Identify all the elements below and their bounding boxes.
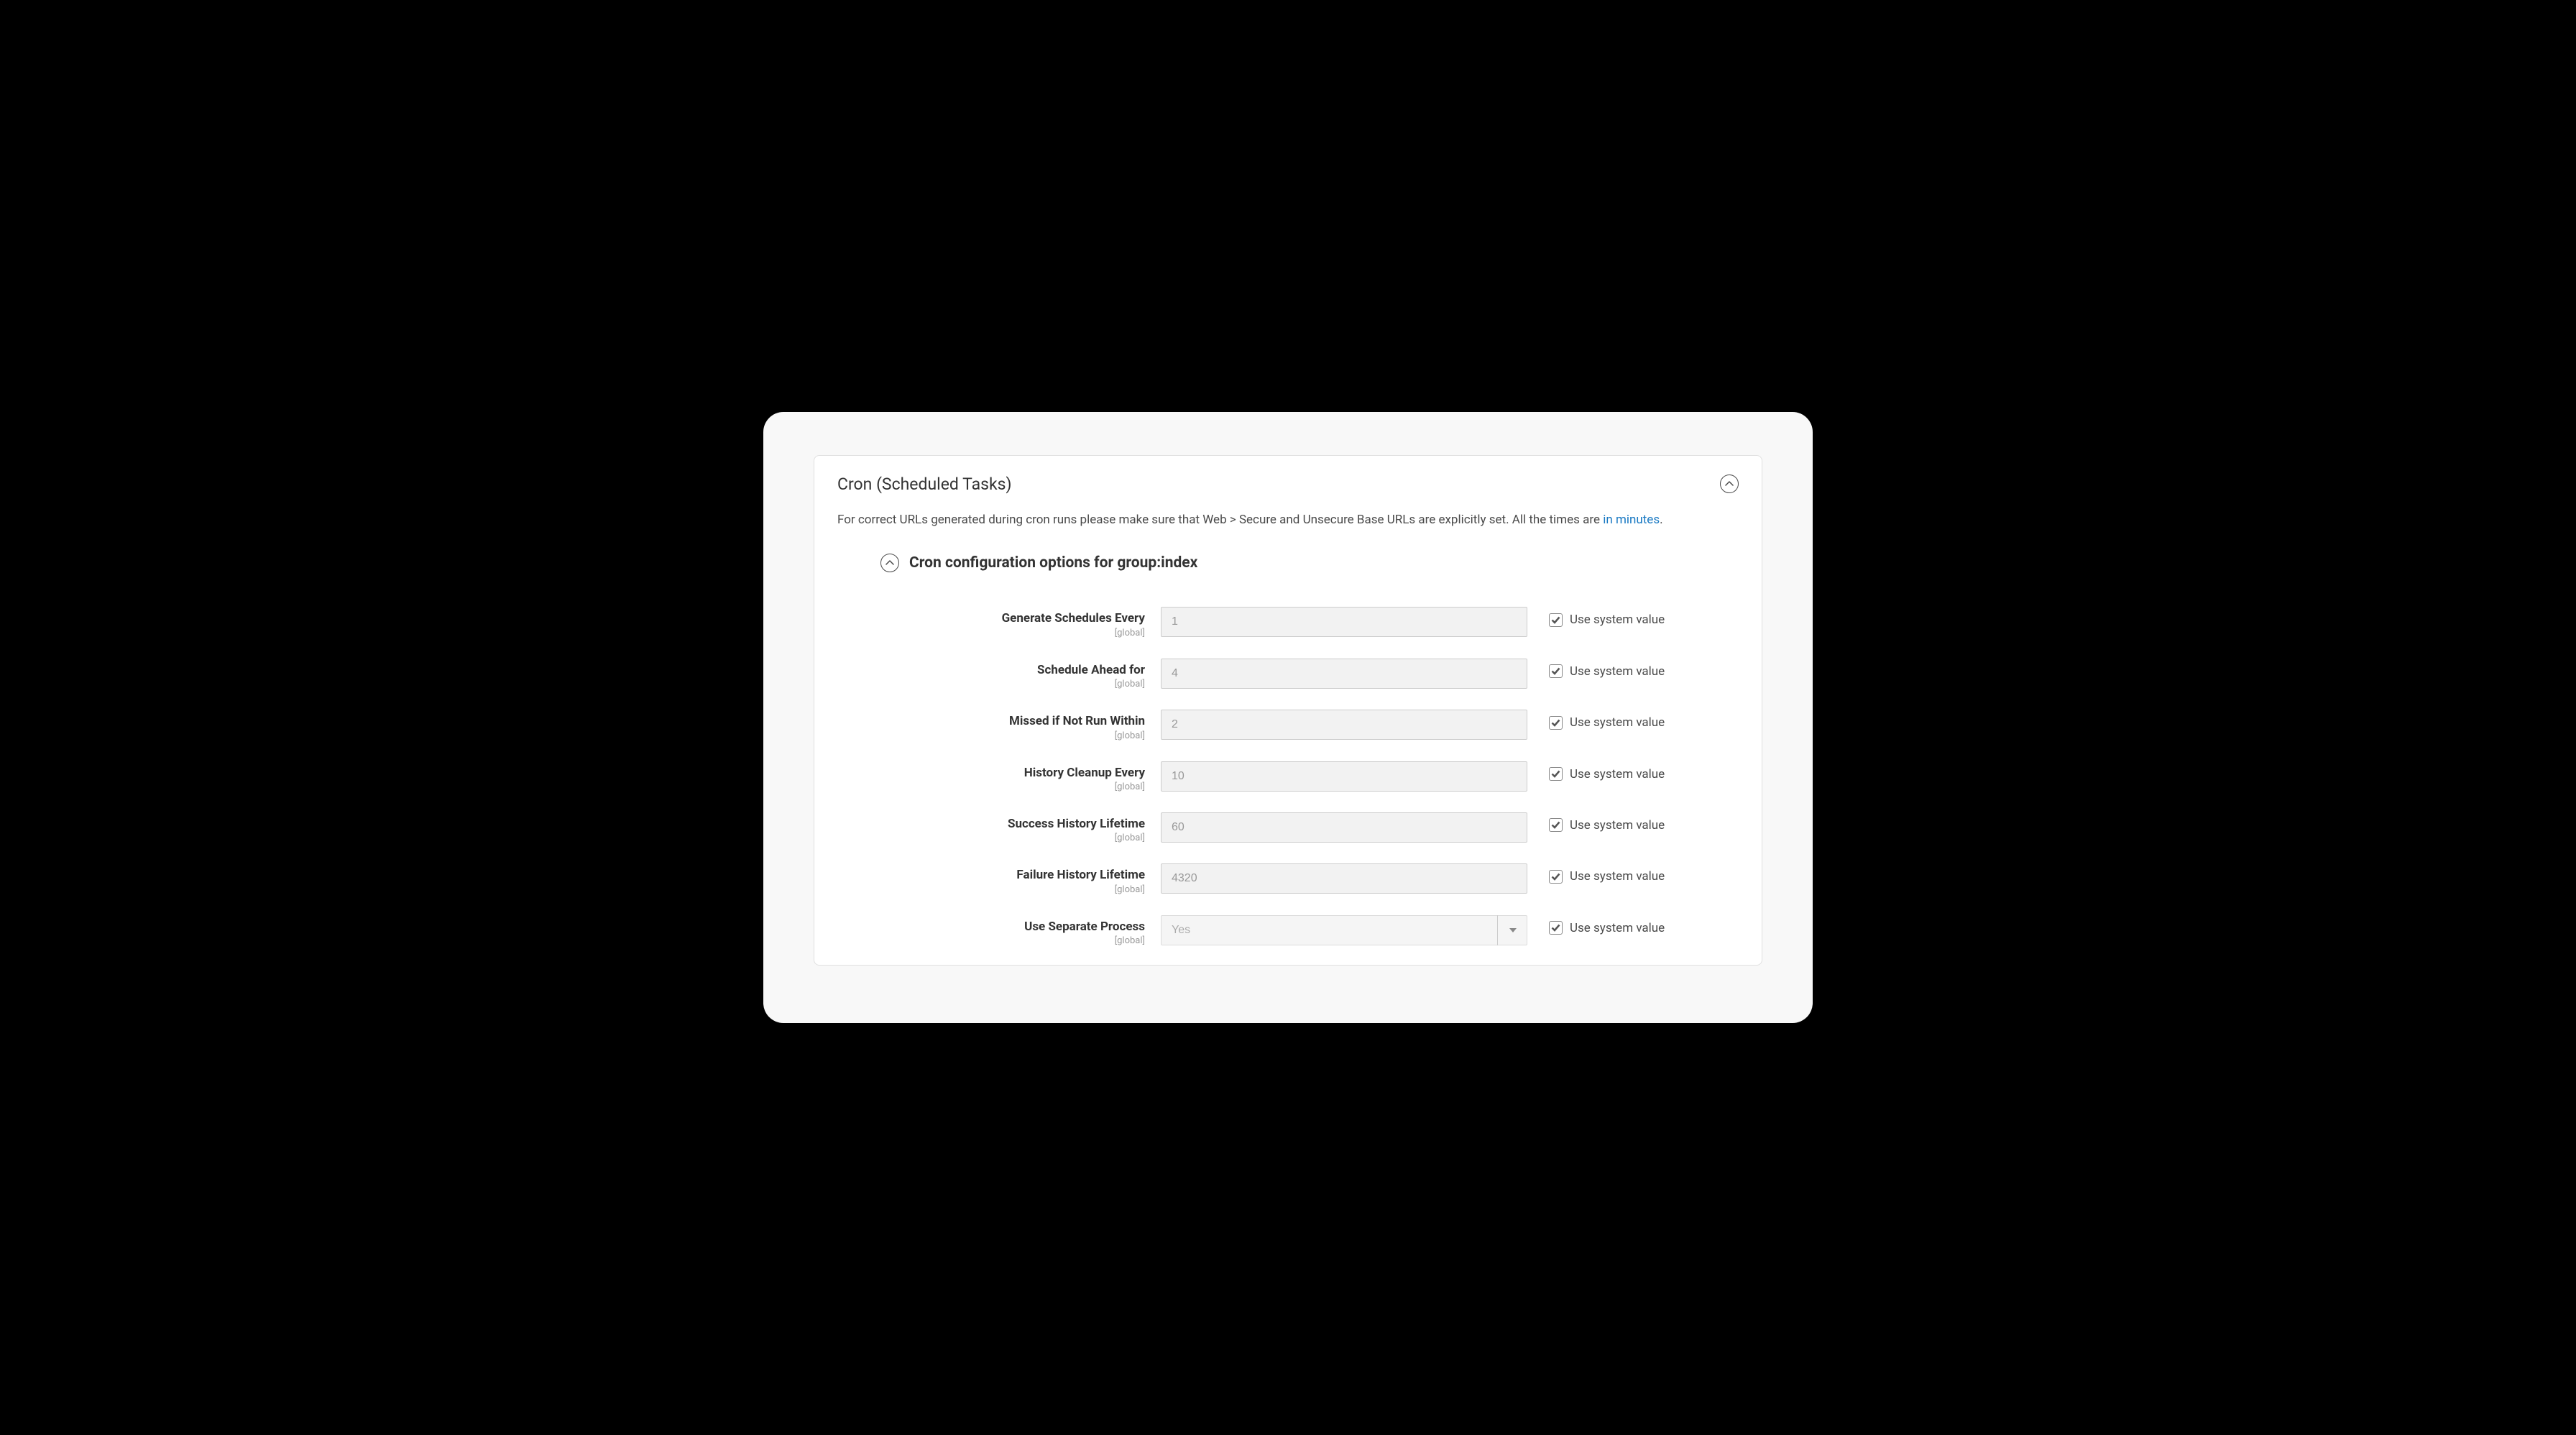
label-col: Schedule Ahead for [global] [837, 659, 1161, 689]
input-col [1161, 659, 1527, 689]
field-scope: [global] [837, 679, 1145, 689]
input-col [1161, 607, 1527, 637]
check-col: Use system value [1527, 710, 1665, 730]
use-system-value-checkbox[interactable]: Use system value [1549, 715, 1665, 730]
use-system-value-checkbox[interactable]: Use system value [1549, 767, 1665, 781]
field-label: History Cleanup Every [837, 766, 1145, 780]
checkbox-label: Use system value [1570, 613, 1665, 627]
checkbox-icon [1549, 664, 1563, 678]
use-system-value-checkbox[interactable]: Use system value [1549, 613, 1665, 627]
checkbox-label: Use system value [1570, 818, 1665, 833]
field-label: Failure History Lifetime [837, 868, 1145, 882]
use-system-value-checkbox[interactable]: Use system value [1549, 869, 1665, 884]
in-minutes-link[interactable]: in minutes [1603, 513, 1660, 527]
generate-schedules-input[interactable] [1161, 607, 1527, 637]
field-row-schedule-ahead: Schedule Ahead for [global] Use system v… [837, 659, 1739, 689]
separate-process-select[interactable]: Yes [1161, 915, 1527, 945]
missed-if-input[interactable] [1161, 710, 1527, 740]
label-col: Missed if Not Run Within [global] [837, 710, 1161, 741]
label-col: Generate Schedules Every [global] [837, 607, 1161, 638]
page-frame: Cron (Scheduled Tasks) For correct URLs … [763, 412, 1813, 1023]
input-col: Yes [1161, 915, 1527, 945]
chevron-up-icon [1725, 481, 1734, 487]
checkbox-icon [1549, 767, 1563, 781]
chevron-up-icon [886, 560, 894, 566]
field-scope: [global] [837, 628, 1145, 638]
panel-description: For correct URLs generated during cron r… [837, 511, 1739, 530]
panel-header: Cron (Scheduled Tasks) [837, 474, 1739, 494]
label-col: Failure History Lifetime [global] [837, 863, 1161, 894]
history-cleanup-input[interactable] [1161, 761, 1527, 792]
success-lifetime-input[interactable] [1161, 812, 1527, 843]
check-col: Use system value [1527, 863, 1665, 884]
field-row-separate-process: Use Separate Process [global] Yes Use sy… [837, 915, 1739, 946]
select-wrap: Yes [1161, 915, 1527, 945]
input-col [1161, 710, 1527, 740]
field-scope: [global] [837, 781, 1145, 792]
schedule-ahead-input[interactable] [1161, 659, 1527, 689]
field-scope: [global] [837, 884, 1145, 895]
field-label: Use Separate Process [837, 920, 1145, 934]
checkbox-label: Use system value [1570, 869, 1665, 884]
panel-title: Cron (Scheduled Tasks) [837, 474, 1012, 494]
checkbox-label: Use system value [1570, 921, 1665, 935]
field-row-history-cleanup: History Cleanup Every [global] Use syste… [837, 761, 1739, 792]
group-header[interactable]: Cron configuration options for group:ind… [880, 554, 1739, 572]
field-row-success-lifetime: Success History Lifetime [global] Use sy… [837, 812, 1739, 843]
input-col [1161, 863, 1527, 894]
use-system-value-checkbox[interactable]: Use system value [1549, 818, 1665, 833]
description-text: For correct URLs generated during cron r… [837, 513, 1603, 527]
check-col: Use system value [1527, 607, 1665, 627]
label-col: History Cleanup Every [global] [837, 761, 1161, 792]
field-scope: [global] [837, 833, 1145, 843]
field-row-failure-lifetime: Failure History Lifetime [global] Use sy… [837, 863, 1739, 894]
cron-panel: Cron (Scheduled Tasks) For correct URLs … [814, 455, 1762, 966]
input-col [1161, 812, 1527, 843]
field-row-generate-schedules: Generate Schedules Every [global] Use sy… [837, 607, 1739, 638]
field-label: Schedule Ahead for [837, 663, 1145, 677]
group-title: Cron configuration options for group:ind… [909, 554, 1197, 572]
input-col [1161, 761, 1527, 792]
failure-lifetime-input[interactable] [1161, 863, 1527, 894]
use-system-value-checkbox[interactable]: Use system value [1549, 921, 1665, 935]
field-scope: [global] [837, 935, 1145, 946]
use-system-value-checkbox[interactable]: Use system value [1549, 664, 1665, 679]
check-col: Use system value [1527, 812, 1665, 833]
checkbox-label: Use system value [1570, 664, 1665, 679]
check-col: Use system value [1527, 761, 1665, 781]
label-col: Use Separate Process [global] [837, 915, 1161, 946]
field-label: Generate Schedules Every [837, 611, 1145, 625]
checkbox-label: Use system value [1570, 767, 1665, 781]
checkbox-icon [1549, 818, 1563, 832]
field-row-missed-if: Missed if Not Run Within [global] Use sy… [837, 710, 1739, 741]
field-label: Missed if Not Run Within [837, 714, 1145, 728]
checkbox-label: Use system value [1570, 715, 1665, 730]
check-col: Use system value [1527, 915, 1665, 935]
checkbox-icon [1549, 870, 1563, 884]
checkbox-icon [1549, 613, 1563, 627]
checkbox-icon [1549, 716, 1563, 730]
group-collapse-button[interactable] [880, 554, 899, 572]
check-col: Use system value [1527, 659, 1665, 679]
description-suffix: . [1660, 513, 1662, 527]
field-label: Success History Lifetime [837, 817, 1145, 831]
label-col: Success History Lifetime [global] [837, 812, 1161, 843]
panel-collapse-button[interactable] [1720, 474, 1739, 493]
field-scope: [global] [837, 730, 1145, 741]
checkbox-icon [1549, 921, 1563, 935]
